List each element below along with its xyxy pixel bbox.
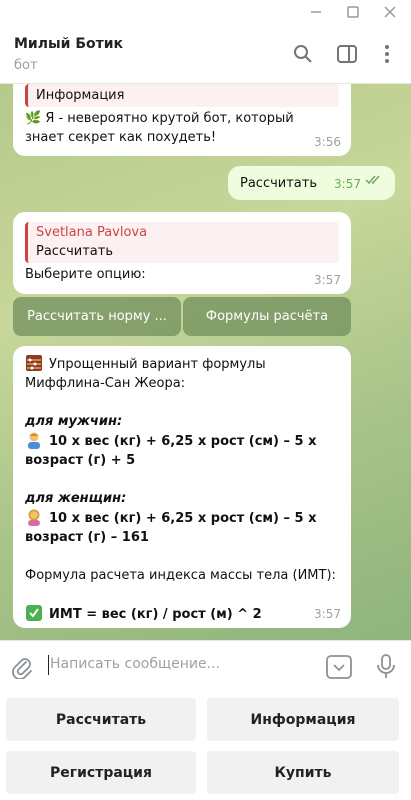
check-mark-icon — [25, 604, 43, 622]
bmi-intro: Формула расчета индекса массы тела (ИМТ)… — [25, 568, 336, 583]
keyboard-button-register[interactable]: Регистрация — [6, 751, 196, 794]
read-checkmarks-icon — [365, 172, 385, 191]
message-time: 3:56 — [314, 135, 341, 149]
chat-subtitle: бот — [14, 58, 38, 73]
keyboard-button-calculate[interactable]: Рассчитать — [6, 698, 196, 741]
message-time: 3:57 — [314, 273, 341, 287]
men-label: для мужчин: — [25, 414, 123, 429]
sidebar-toggle-icon[interactable] — [335, 42, 359, 66]
bmi-formula: ИМТ = вес (кг) / рост (м) ^ 2 — [25, 604, 339, 624]
men-formula-text: 10 x вес (кг) + 6,25 x рост (см) – 5 x в… — [25, 434, 317, 468]
attach-icon[interactable] — [10, 655, 34, 683]
women-formula-text: 10 x вес (кг) + 6,25 x рост (см) – 5 x в… — [25, 511, 317, 545]
reply-keyboard: Рассчитать Информация Регистрация Купить — [0, 692, 411, 800]
text-caret — [48, 655, 49, 675]
message-text: Рассчитать — [240, 176, 318, 191]
outgoing-message-bubble[interactable]: Рассчитать 3:57 — [228, 166, 395, 200]
quote-text: Информация — [36, 88, 125, 103]
microphone-icon[interactable] — [375, 654, 397, 684]
minimize-icon[interactable] — [306, 2, 326, 22]
men-formula: 10 x вес (кг) + 6,25 x рост (см) – 5 x в… — [25, 431, 339, 470]
reply-quote[interactable]: Svetlana Pavlova Рассчитать — [25, 222, 339, 263]
formula-intro-text: Упрощенный вариант формулы Миффлина-Сан … — [25, 357, 266, 391]
bmi-formula-text: ИМТ = вес (кг) / рост (м) ^ 2 — [49, 607, 262, 622]
chat-header[interactable]: Милый Ботик бот — [0, 24, 411, 84]
bot-keyboard-toggle-icon[interactable] — [326, 655, 352, 683]
quote-author: Svetlana Pavlova — [36, 225, 148, 240]
message-time: 3:57 — [314, 607, 341, 621]
message-bubble[interactable]: Упрощенный вариант формулы Миффлина-Сан … — [13, 346, 351, 628]
message-bubble[interactable]: Svetlana Pavlova Рассчитать Выберите опц… — [13, 212, 351, 294]
chat-title: Милый Ботик — [14, 36, 124, 52]
search-icon[interactable] — [291, 42, 315, 66]
women-label: для женщин: — [25, 491, 127, 506]
keyboard-button-buy[interactable]: Купить — [207, 751, 399, 794]
more-menu-icon[interactable] — [375, 42, 399, 66]
women-formula: 10 x вес (кг) + 6,25 x рост (см) – 5 x в… — [25, 508, 339, 547]
maximize-icon[interactable] — [343, 2, 363, 22]
message-input[interactable]: Написать сообщение... — [50, 656, 220, 672]
woman-icon — [25, 508, 43, 526]
message-bubble[interactable]: Информация 🌿 Я - невероятно крутой бот, … — [13, 84, 351, 156]
message-text: Выберите опцию: — [25, 267, 146, 282]
reply-quote[interactable]: Информация — [25, 84, 339, 107]
inline-button-calc-norm[interactable]: Рассчитать норму ... — [13, 297, 181, 336]
chat-area[interactable]: Информация 🌿 Я - невероятно крутой бот, … — [0, 84, 411, 640]
message-time: 3:57 — [334, 177, 361, 191]
message-text: 🌿 Я - невероятно крутой бот, который зна… — [25, 111, 294, 145]
close-icon[interactable] — [380, 2, 400, 22]
inline-button-formulas[interactable]: Формулы расчёта — [183, 297, 351, 336]
message-composer: Написать сообщение... — [0, 640, 411, 692]
abacus-icon — [25, 354, 43, 372]
quote-text: Рассчитать — [36, 244, 114, 259]
man-icon — [25, 431, 43, 449]
formula-intro: Упрощенный вариант формулы Миффлина-Сан … — [25, 354, 339, 393]
keyboard-button-info[interactable]: Информация — [207, 698, 399, 741]
window-titlebar — [0, 0, 411, 24]
